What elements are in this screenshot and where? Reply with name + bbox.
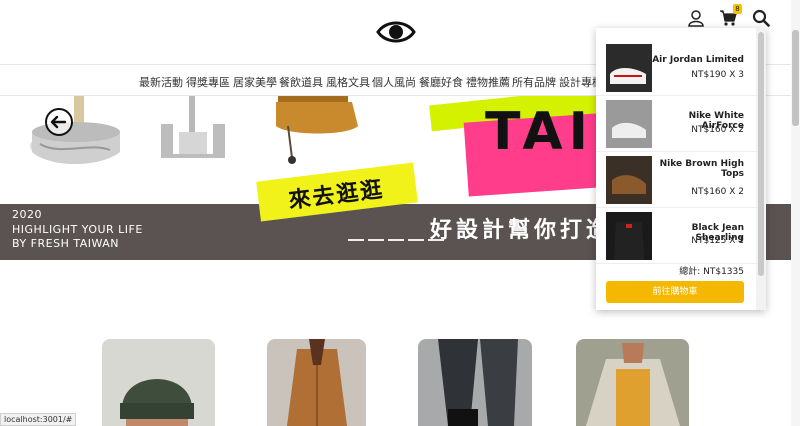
cart-item[interactable]: Nike White AirForce NT$160 X 2 — [596, 96, 756, 152]
user-icon[interactable] — [687, 9, 705, 27]
cart-item[interactable]: Air Jordan Limited NT$190 X 3 — [596, 40, 756, 96]
nav-item-brands[interactable]: 所有品牌 — [512, 74, 556, 90]
cart-dropdown: Air Jordan Limited NT$190 X 3 Nike White… — [596, 28, 766, 310]
cart-item-thumbnail — [606, 44, 652, 92]
arrow-left-icon — [50, 115, 67, 129]
hero-headline: 好設計幫你打造 — [430, 218, 613, 243]
cart-item-name: Nike Brown High Tops — [659, 159, 744, 179]
product-card-jacket[interactable] — [576, 339, 689, 426]
page-scrollbar-thumb[interactable] — [792, 30, 799, 126]
status-bar-url: localhost:3001/# — [0, 413, 77, 426]
page: 8 最新活動 得獎專區 居家美學 餐飲道具 風格文具 個人風尚 餐廳好食 禮物推… — [0, 0, 800, 426]
coat-image — [267, 339, 366, 426]
nav-item-awards[interactable]: 得獎專區 — [186, 74, 230, 90]
carousel-dot[interactable] — [408, 239, 424, 241]
search-icon[interactable] — [752, 9, 770, 27]
product-card-coat[interactable] — [267, 339, 366, 426]
eye-icon[interactable] — [376, 16, 416, 48]
beanie-image — [102, 339, 215, 426]
nav-item-latest[interactable]: 最新活動 — [139, 74, 183, 90]
cart-item-price: NT$160 X 2 — [691, 125, 744, 135]
cart-scrollbar-thumb[interactable] — [758, 32, 764, 276]
nav-item-dining-props[interactable]: 餐飲道具 — [279, 74, 323, 90]
jacket-image — [576, 339, 689, 426]
cart-item-name: Air Jordan Limited — [652, 55, 744, 65]
hero-line-2: BY FRESH TAIWAN — [12, 237, 119, 250]
cart-count-badge: 8 — [733, 4, 742, 14]
nav-item-stationery[interactable]: 風格文具 — [326, 74, 370, 90]
nav-item-home[interactable]: 居家美學 — [233, 74, 277, 90]
hero-year: 2020 — [12, 208, 42, 221]
cart-item-price: NT$160 X 2 — [691, 187, 744, 197]
carousel-prev-button[interactable] — [45, 108, 73, 136]
cart-item[interactable]: Black Jean Shearling NT$125 X 1 — [596, 208, 756, 264]
cart-item-thumbnail — [606, 100, 652, 148]
cart-total: 總計: NT$1335 — [679, 267, 744, 277]
nav-item-gifts[interactable]: 禮物推薦 — [466, 74, 510, 90]
cart-item-thumbnail — [606, 212, 652, 260]
cart-item-price: NT$190 X 3 — [691, 70, 744, 80]
product-card-beanie[interactable] — [102, 339, 215, 426]
checkout-button[interactable]: 前往購物車 — [606, 281, 744, 303]
carousel-dot[interactable] — [368, 239, 384, 241]
carousel-dot[interactable] — [428, 239, 444, 241]
cart-item-thumbnail — [606, 156, 652, 204]
hero-tai-text: TAI — [485, 102, 595, 162]
product-card-jeans[interactable] — [418, 339, 532, 426]
nav-item-fashion[interactable]: 個人風尚 — [372, 74, 416, 90]
cart-item-price: NT$125 X 1 — [691, 236, 744, 246]
hero-line-1: HIGHLIGHT YOUR LIFE — [12, 223, 143, 236]
jeans-image — [418, 339, 532, 426]
carousel-dot[interactable] — [388, 239, 404, 241]
carousel-dot[interactable] — [348, 239, 364, 241]
nav-item-food[interactable]: 餐廳好食 — [419, 74, 463, 90]
cart-item[interactable]: Nike Brown High Tops NT$160 X 2 — [596, 152, 756, 208]
bag-image — [276, 96, 358, 164]
pen-holder-image — [161, 96, 225, 158]
